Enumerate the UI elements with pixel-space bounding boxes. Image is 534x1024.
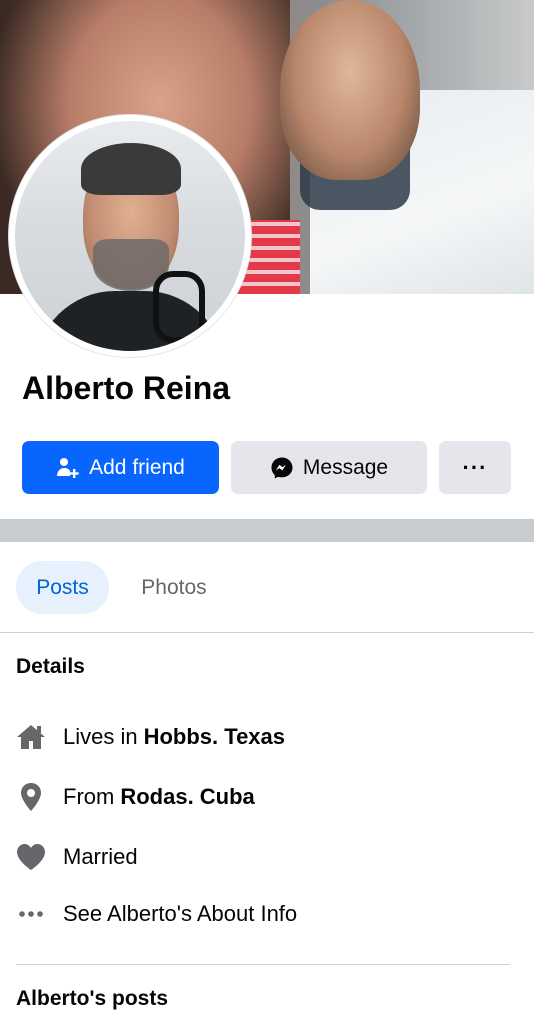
see-about-label: See Alberto's About Info	[63, 901, 298, 926]
detail-see-about[interactable]: See Alberto's About Info	[16, 897, 297, 931]
heart-icon	[16, 842, 46, 872]
tab-photos[interactable]: Photos	[122, 561, 226, 614]
more-dots-icon	[16, 899, 46, 929]
message-label: Message	[302, 455, 389, 479]
avatar-hair	[81, 143, 181, 195]
avatar-headphones	[153, 271, 205, 343]
detail-relationship-label: Married	[63, 844, 138, 869]
details-divider	[16, 964, 510, 965]
messenger-icon	[270, 456, 294, 480]
tab-posts[interactable]: Posts	[16, 561, 109, 614]
cover-child-face	[280, 0, 420, 180]
add-friend-button[interactable]: Add friend	[22, 441, 219, 494]
tab-posts-label: Posts	[36, 575, 89, 599]
section-divider	[0, 519, 534, 542]
more-options-button[interactable]: ···	[439, 441, 511, 494]
detail-relationship: Married	[16, 840, 138, 874]
posts-heading: Alberto's posts	[16, 987, 169, 1010]
home-icon	[16, 722, 46, 752]
detail-lives-in[interactable]: Lives in Hobbs. Texas	[16, 720, 285, 754]
message-button[interactable]: Message	[231, 441, 427, 494]
add-friend-label: Add friend	[89, 455, 185, 479]
detail-from-value: Rodas. Cuba	[120, 784, 255, 809]
details-heading: Details	[16, 655, 85, 678]
detail-from-prefix: From	[63, 784, 115, 809]
tabs-divider	[0, 632, 534, 633]
location-pin-icon	[16, 782, 46, 812]
tab-photos-label: Photos	[141, 575, 207, 599]
profile-name: Alberto Reina	[22, 370, 231, 406]
detail-from[interactable]: From Rodas. Cuba	[16, 780, 255, 814]
detail-lives-in-value: Hobbs. Texas	[143, 724, 286, 749]
more-dots-label: ···	[462, 454, 488, 480]
profile-picture[interactable]	[15, 121, 245, 351]
detail-lives-in-prefix: Lives in	[63, 724, 138, 749]
add-friend-icon	[56, 456, 80, 480]
